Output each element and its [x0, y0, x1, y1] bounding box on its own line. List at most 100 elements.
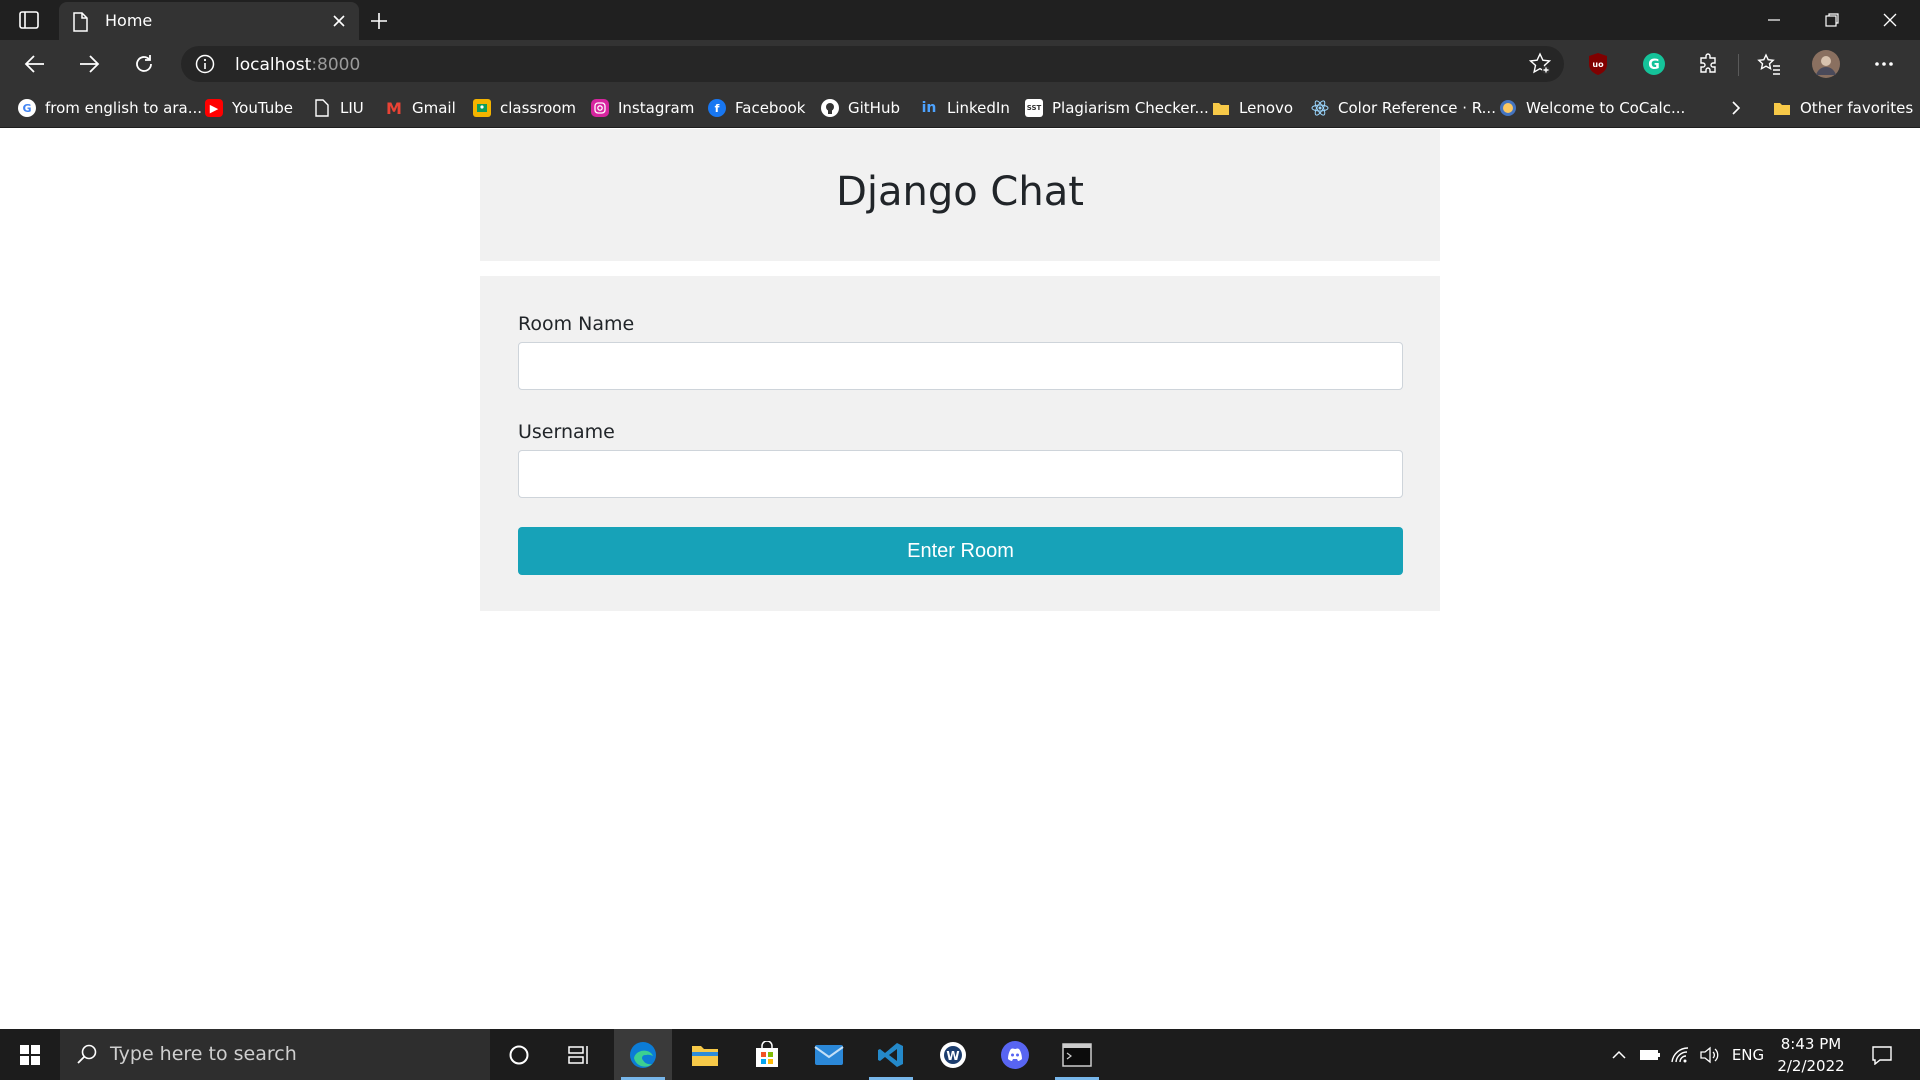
grammarly-icon[interactable]: G [1640, 50, 1668, 78]
favorite-item[interactable]: Instagram [591, 96, 694, 120]
youtube-icon: ▶ [205, 99, 223, 117]
search-placeholder: Type here to search [110, 1043, 297, 1065]
task-view-icon[interactable] [550, 1029, 608, 1080]
instagram-icon [591, 99, 609, 117]
favorite-label: Plagiarism Checker... [1052, 99, 1209, 117]
favorite-label: GitHub [848, 99, 900, 117]
other-favorites[interactable]: Other favorites [1773, 96, 1913, 120]
favorite-item[interactable]: ▶ YouTube [205, 96, 293, 120]
discord-icon[interactable] [986, 1029, 1044, 1080]
forward-button[interactable] [72, 49, 106, 79]
url-host: localhost [235, 55, 312, 75]
favorite-label: Gmail [412, 99, 456, 117]
vscode-icon[interactable] [862, 1029, 920, 1080]
other-favorites-label: Other favorites [1800, 99, 1914, 117]
svg-text:uo: uo [1592, 60, 1604, 69]
enter-room-button[interactable]: Enter Room [518, 527, 1403, 575]
taskbar-search[interactable]: Type here to search [60, 1029, 490, 1080]
gmail-icon: M [386, 98, 402, 118]
cortana-icon[interactable] [490, 1029, 548, 1080]
favorite-label: Welcome to CoCalc... [1526, 99, 1686, 117]
favorite-item[interactable]: SST Plagiarism Checker... [1025, 96, 1209, 120]
add-favorite-icon[interactable] [1528, 52, 1552, 80]
favorite-item[interactable]: LIU [313, 96, 364, 120]
favorite-label: classroom [500, 99, 577, 117]
restore-button[interactable] [1803, 0, 1861, 40]
browser-tab[interactable]: Home [59, 2, 359, 40]
language-indicator[interactable]: ENG [1728, 1029, 1768, 1080]
notifications-icon[interactable] [1862, 1029, 1902, 1080]
search-icon [76, 1043, 98, 1069]
favorite-item[interactable]: G from english to ara... [18, 96, 202, 120]
favorite-label: Facebook [735, 99, 806, 117]
ublock-icon[interactable]: uo [1584, 50, 1612, 78]
file-explorer-icon[interactable] [676, 1029, 734, 1080]
header-panel: Django Chat [480, 129, 1440, 261]
minimize-button[interactable] [1745, 0, 1803, 40]
more-favorites-chevron-icon[interactable] [1730, 96, 1742, 120]
sst-icon: SST [1025, 99, 1043, 117]
browser-titlebar: Home [0, 0, 1920, 40]
info-icon[interactable] [195, 54, 215, 78]
close-window-button[interactable] [1861, 0, 1919, 40]
favorite-label: LinkedIn [947, 99, 1010, 117]
favorites-icon[interactable] [1755, 50, 1783, 78]
new-tab-button[interactable] [366, 8, 392, 34]
favorite-item[interactable]: Color Reference · R... [1311, 96, 1496, 120]
wifi-icon[interactable] [1666, 1029, 1694, 1080]
svg-text:G: G [1648, 57, 1660, 73]
toolbar-divider [1738, 54, 1739, 76]
room-form: Room Name Username Enter Room [480, 276, 1440, 611]
favorite-label: YouTube [232, 99, 293, 117]
back-button[interactable] [18, 49, 52, 79]
tab-title: Home [105, 11, 153, 30]
favorite-item[interactable]: in LinkedIn [920, 96, 1010, 120]
volume-icon[interactable] [1695, 1029, 1723, 1080]
windows-start-icon[interactable] [0, 1029, 60, 1080]
favorite-item[interactable]: M Gmail [385, 96, 456, 120]
tab-actions-icon[interactable] [14, 6, 44, 34]
edge-taskbar-icon[interactable] [614, 1029, 672, 1080]
url-text[interactable]: localhost:8000 [235, 55, 360, 75]
favorite-item[interactable]: GitHub [821, 96, 900, 120]
classroom-icon [473, 99, 491, 117]
taskbar-clock[interactable]: 8:43 PM 2/2/2022 [1766, 1033, 1856, 1077]
facebook-icon: f [708, 99, 726, 117]
room-name-input[interactable] [518, 342, 1403, 390]
close-tab-icon[interactable] [329, 11, 349, 31]
folder-icon [1773, 99, 1791, 117]
windows-taskbar: Type here to search W ENG 8:43 PM 2/2/20… [0, 1029, 1920, 1080]
terminal-icon[interactable] [1048, 1029, 1106, 1080]
more-icon[interactable] [1870, 50, 1898, 78]
battery-icon[interactable] [1636, 1029, 1664, 1080]
page-icon [313, 99, 331, 117]
show-hidden-icons-chevron-icon[interactable] [1606, 1029, 1632, 1080]
mail-icon[interactable] [800, 1029, 858, 1080]
favorite-label: LIU [340, 99, 364, 117]
favorite-item[interactable]: classroom [473, 96, 576, 120]
page-title: Django Chat [836, 169, 1084, 215]
favorite-label: Instagram [618, 99, 695, 117]
favorite-label: from english to ara... [45, 99, 203, 117]
favorite-label: Color Reference · R... [1338, 99, 1496, 117]
browser-toolbar: localhost:8000 uo G [0, 40, 1920, 88]
favorite-label: Lenovo [1239, 99, 1294, 117]
favorite-item[interactable]: Lenovo [1212, 96, 1293, 120]
favorite-item[interactable]: Welcome to CoCalc... [1499, 96, 1685, 120]
folder-icon [1212, 99, 1230, 117]
favorites-bar: G from english to ara... ▶ YouTube LIU M… [0, 88, 1920, 128]
clock-time: 8:43 PM [1780, 1035, 1842, 1053]
cocalc-icon [1499, 99, 1517, 117]
app-w-icon[interactable]: W [924, 1029, 982, 1080]
microsoft-store-icon[interactable] [738, 1029, 796, 1080]
avatar[interactable] [1810, 48, 1842, 80]
address-bar[interactable]: localhost:8000 [181, 46, 1564, 82]
username-input[interactable] [518, 450, 1403, 498]
room-name-label: Room Name [518, 313, 635, 335]
refresh-button[interactable] [127, 49, 161, 79]
google-icon: G [18, 99, 36, 117]
favorite-item[interactable]: f Facebook [708, 96, 805, 120]
linkedin-icon: in [921, 100, 937, 116]
username-label: Username [518, 421, 615, 443]
extensions-icon[interactable] [1695, 50, 1723, 78]
